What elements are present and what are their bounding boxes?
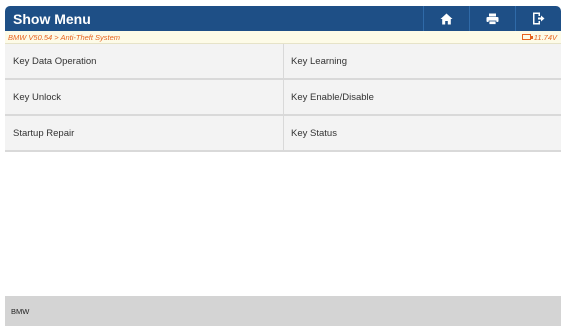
menu-item-key-status[interactable]: Key Status bbox=[283, 116, 561, 150]
home-icon bbox=[440, 13, 453, 24]
menu-row: Key Data Operation Key Learning bbox=[5, 44, 561, 80]
battery-status: 11.74V bbox=[521, 32, 557, 42]
printer-icon bbox=[486, 13, 499, 25]
breadcrumb: BMW V50.54 > Anti-Theft System bbox=[8, 32, 121, 42]
battery-icon bbox=[521, 34, 533, 40]
menu-item-key-unlock[interactable]: Key Unlock bbox=[5, 80, 283, 114]
voltage-value: 11.74V bbox=[533, 32, 557, 42]
menu-row: Key Unlock Key Enable/Disable bbox=[5, 80, 561, 116]
empty-content-area bbox=[5, 152, 561, 296]
title-bar: Show Menu bbox=[5, 6, 561, 31]
menu-item-key-learning[interactable]: Key Learning bbox=[283, 44, 561, 78]
footer-bar: BMW bbox=[5, 296, 561, 326]
page-title: Show Menu bbox=[13, 10, 91, 27]
menu-row: Startup Repair Key Status bbox=[5, 116, 561, 152]
function-menu: Key Data Operation Key Learning Key Unlo… bbox=[5, 44, 561, 152]
menu-item-startup-repair[interactable]: Startup Repair bbox=[5, 116, 283, 150]
menu-item-key-data-operation[interactable]: Key Data Operation bbox=[5, 44, 283, 78]
exit-button[interactable] bbox=[515, 6, 561, 31]
menu-item-key-enable-disable[interactable]: Key Enable/Disable bbox=[283, 80, 561, 114]
exit-icon bbox=[533, 12, 545, 25]
info-bar: BMW V50.54 > Anti-Theft System 11.74V bbox=[5, 31, 561, 44]
home-button[interactable] bbox=[423, 6, 469, 31]
footer-label: BMW bbox=[11, 306, 30, 316]
print-button[interactable] bbox=[469, 6, 515, 31]
